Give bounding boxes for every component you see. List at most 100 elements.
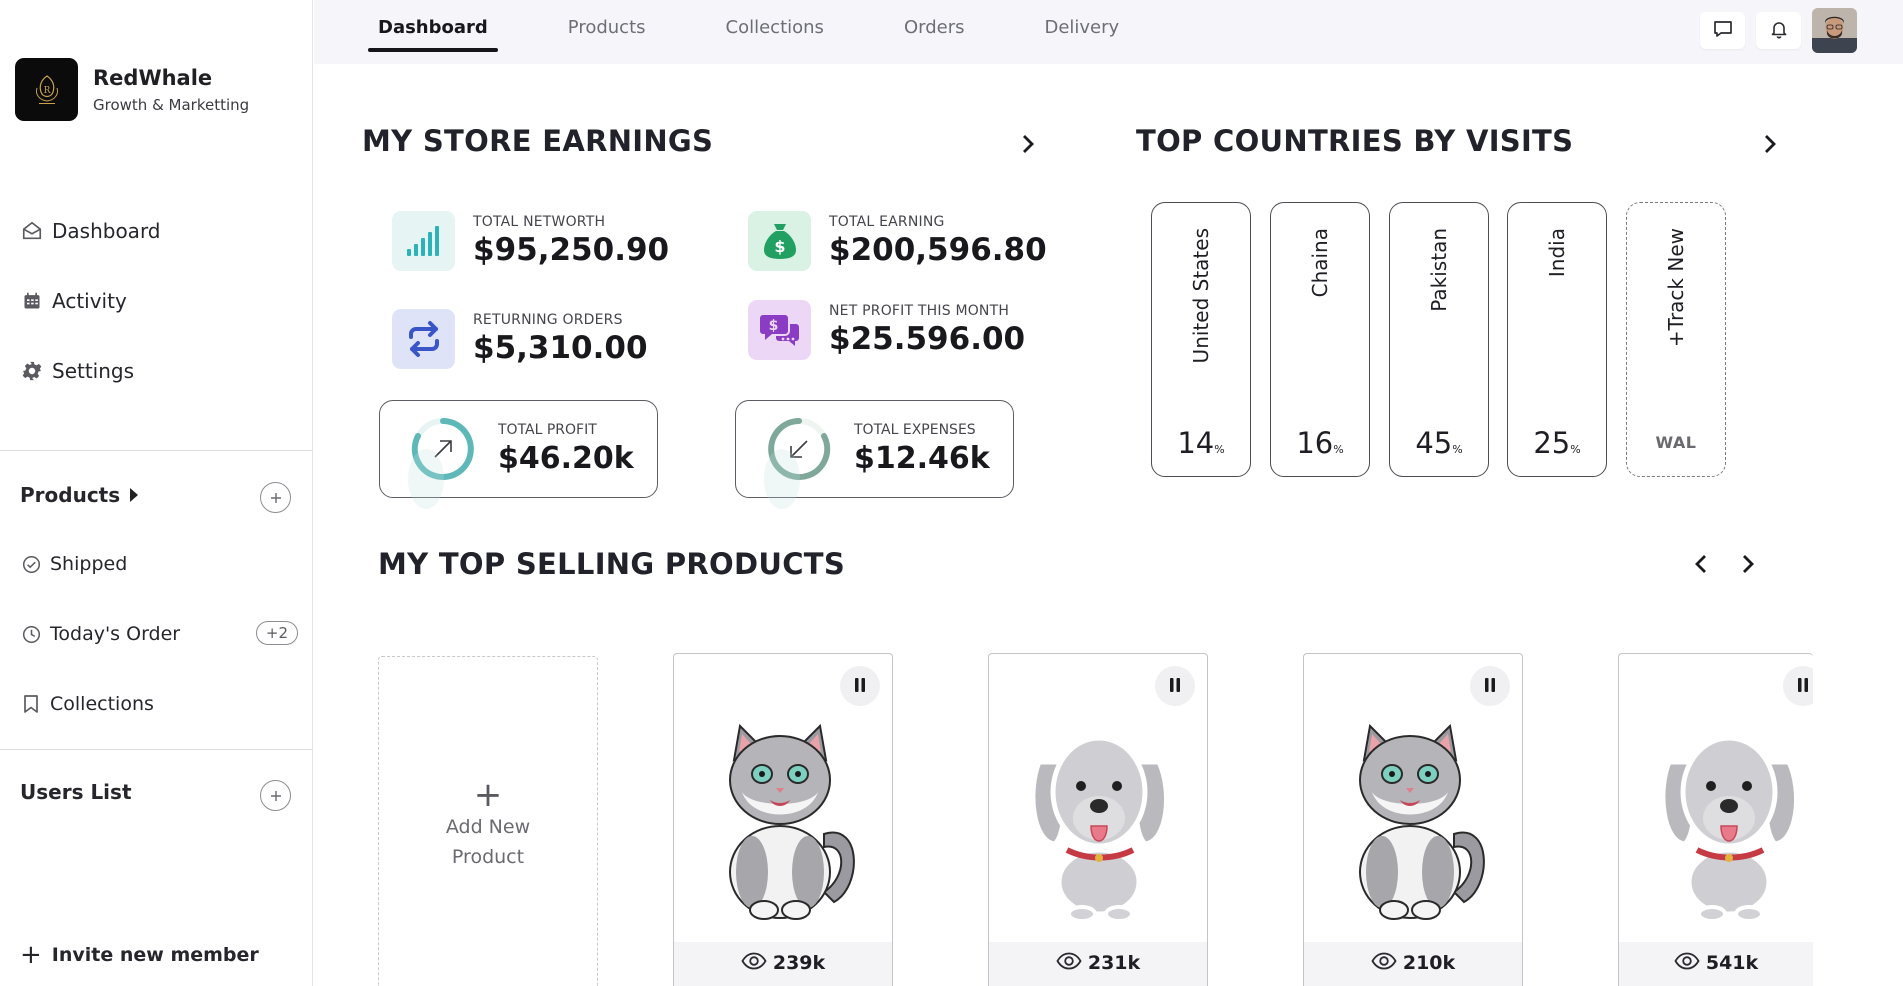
percent-value: 16 (1296, 426, 1334, 460)
dog-illustration (1027, 722, 1177, 923)
country-name: Pakistan (1427, 228, 1451, 312)
country-card-chaina[interactable]: Chaina 16% (1270, 202, 1370, 477)
add-product-button[interactable] (260, 482, 291, 513)
total-expenses-card[interactable]: TOTAL EXPENSES $12.46k (735, 400, 1014, 509)
earnings-next-button[interactable] (1013, 131, 1043, 161)
track-new-label: +Track New (1664, 228, 1688, 348)
sidebar-item-label: Today's Order (50, 623, 181, 645)
tab-dashboard[interactable]: Dashboard (368, 0, 498, 54)
users-section-toggle[interactable]: Users List (20, 780, 132, 804)
chevron-right-icon (1741, 553, 1755, 579)
stat-value: $95,250.90 (473, 232, 670, 268)
pause-icon (854, 677, 866, 696)
eye-icon (1674, 952, 1700, 970)
country-card-india[interactable]: India 25% (1507, 202, 1607, 477)
messages-button[interactable] (1700, 12, 1745, 49)
views-count: 210k (1402, 952, 1456, 974)
stat-label: NET PROFIT THIS MONTH (829, 303, 1010, 319)
stat-value: $200,596.80 (829, 232, 1047, 268)
chevron-left-icon (1694, 553, 1708, 579)
product-card[interactable]: 231k (988, 653, 1208, 986)
top-actions (1689, 8, 1857, 53)
products-section-toggle[interactable]: Products (20, 483, 139, 507)
tab-label: Dashboard (378, 16, 488, 38)
stat-label: RETURNING ORDERS (473, 312, 623, 328)
add-user-button[interactable] (260, 780, 291, 811)
countries-title: TOP COUNTRIES BY VISITS (1136, 124, 1574, 158)
pause-icon (1797, 677, 1809, 696)
products-carousel: 239k 231k 210k 541k (313, 640, 1813, 986)
notifications-button[interactable] (1756, 12, 1801, 49)
expenses-label: TOTAL EXPENSES (854, 422, 976, 438)
product-views: 210k (1304, 942, 1522, 986)
sidebar-item-collections[interactable]: Collections (20, 669, 298, 739)
clock-icon (20, 623, 42, 645)
ring-shadow (764, 449, 800, 509)
sidebar-divider (0, 749, 313, 750)
eye-icon (1056, 952, 1082, 970)
check-circle-icon (20, 553, 42, 575)
product-views: 239k (674, 942, 892, 986)
avatar[interactable] (1812, 8, 1857, 53)
eye-icon (1371, 952, 1397, 970)
top-nav: Dashboard Products Collections Orders De… (314, 0, 1903, 64)
top-products-title: MY TOP SELLING PRODUCTS (378, 547, 846, 581)
invite-member-button[interactable]: + Invite new member (20, 940, 259, 970)
caret-right-icon (130, 488, 139, 502)
country-percent: 14% (1152, 426, 1250, 460)
tab-orders[interactable]: Orders (904, 0, 965, 54)
nav-label: Settings (52, 359, 135, 383)
pause-button[interactable] (1155, 666, 1195, 706)
nav-item-activity[interactable]: Activity (20, 266, 161, 336)
brand-subtitle: Growth & Marketting (93, 95, 250, 114)
tab-products[interactable]: Products (568, 0, 646, 54)
cat-illustration (1342, 722, 1492, 922)
brand[interactable]: R RedWhale Growth & Marketting (15, 58, 249, 121)
product-card[interactable]: 239k (673, 653, 893, 986)
tab-delivery[interactable]: Delivery (1044, 0, 1119, 54)
sidebar-item-todays-order[interactable]: Today's Order +2 (20, 599, 298, 669)
track-new-code: WAL (1655, 433, 1697, 452)
svg-text:R: R (43, 86, 50, 96)
products-next-button[interactable] (1733, 551, 1763, 581)
main-nav: Dashboard Activity Settings (20, 196, 161, 406)
sidebar-item-shipped[interactable]: Shipped (20, 529, 298, 599)
stat-returning-orders: RETURNING ORDERS $5,310.00 (392, 309, 648, 369)
product-card[interactable]: 210k (1303, 653, 1523, 986)
pause-icon (1484, 677, 1496, 696)
profit-label: TOTAL PROFIT (498, 422, 597, 438)
countries-next-button[interactable] (1755, 131, 1785, 161)
dog-illustration (1657, 722, 1807, 923)
bell-icon (1769, 19, 1789, 43)
views-count: 231k (1087, 952, 1141, 974)
eye-icon (741, 952, 767, 970)
percent-sign: % (1570, 443, 1581, 456)
expenses-value: $12.46k (854, 441, 990, 476)
nav-item-settings[interactable]: Settings (20, 336, 161, 406)
plus-icon: + (20, 940, 42, 970)
tab-label: Orders (903, 16, 965, 38)
country-percent: 45% (1390, 426, 1488, 460)
views-count: 541k (1705, 952, 1759, 974)
tab-collections[interactable]: Collections (726, 0, 824, 54)
products-prev-button[interactable] (1686, 551, 1716, 581)
gear-icon (20, 359, 44, 383)
views-count: 239k (772, 952, 826, 974)
tab-label: Collections (725, 16, 824, 38)
earnings-title: MY STORE EARNINGS (362, 124, 714, 158)
money-bag-icon: $ (748, 211, 811, 271)
chevron-right-icon (1021, 133, 1035, 159)
country-percent: 16% (1271, 426, 1369, 460)
product-card[interactable]: 541k (1618, 653, 1813, 986)
total-profit-card[interactable]: TOTAL PROFIT $46.20k (379, 400, 658, 509)
country-card-united-states[interactable]: United States 14% (1151, 202, 1251, 477)
stat-value: $5,310.00 (473, 330, 648, 366)
repeat-icon (392, 309, 455, 369)
pause-button[interactable] (1470, 666, 1510, 706)
nav-item-dashboard[interactable]: Dashboard (20, 196, 161, 266)
pause-button[interactable] (840, 666, 880, 706)
sidebar-divider (0, 450, 313, 451)
track-new-country-button[interactable]: +Track New WAL (1626, 202, 1726, 477)
pause-button[interactable] (1783, 666, 1813, 706)
country-card-pakistan[interactable]: Pakistan 45% (1389, 202, 1489, 477)
